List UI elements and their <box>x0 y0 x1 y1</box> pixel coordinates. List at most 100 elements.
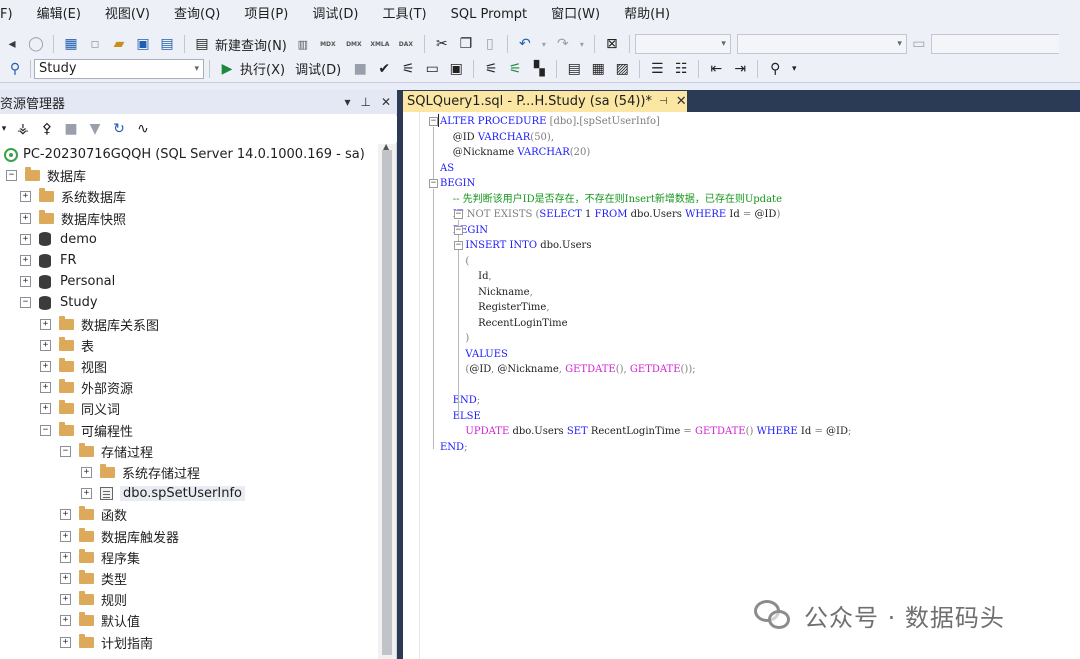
expand-icon[interactable]: + <box>60 530 71 542</box>
pin-icon[interactable]: ⊣ <box>659 96 668 107</box>
expand-icon[interactable]: + <box>81 488 92 500</box>
save-all-icon[interactable]: ▤ <box>158 35 176 53</box>
tree-node[interactable]: + 同义词 <box>40 398 120 419</box>
mdx-query-icon[interactable]: MDX <box>318 35 338 53</box>
filter-icon[interactable]: ▼ <box>86 120 104 138</box>
query-editor[interactable]: ALTER PROCEDURE [dbo].[spSetUserInfo] @I… <box>403 112 1080 659</box>
expand-icon[interactable]: + <box>40 361 51 372</box>
debug-button[interactable]: 调试(D) <box>295 59 341 78</box>
tree-node[interactable]: + 系统数据库 <box>20 186 126 207</box>
close-icon[interactable]: ✕ <box>676 94 687 109</box>
connect-icon[interactable]: ⚲ <box>6 60 24 78</box>
menu-item[interactable]: 查询(Q) <box>162 0 232 30</box>
disconnect-icon[interactable]: ⚴ <box>38 120 56 138</box>
display-estimated-plan-icon[interactable]: ⚟ <box>399 60 417 78</box>
xmla-query-icon[interactable]: XMLA <box>370 35 390 53</box>
expand-icon[interactable]: + <box>81 467 92 478</box>
new-project-icon[interactable]: ▦ <box>62 35 80 53</box>
tree-node[interactable]: + 数据库触发器 <box>60 526 179 547</box>
undo-dropdown-icon[interactable]: ▾ <box>540 35 548 53</box>
uncomment-icon[interactable]: ☷ <box>672 60 690 78</box>
expand-icon[interactable]: + <box>40 339 51 351</box>
collapse-region-icon[interactable]: − <box>454 225 463 235</box>
stop-icon[interactable]: ■ <box>62 120 80 138</box>
expand-icon[interactable]: + <box>60 594 71 606</box>
menu-item[interactable]: 工具(T) <box>371 0 439 30</box>
tree-node[interactable]: − 存储过程 <box>60 441 153 462</box>
undo-icon[interactable]: ↶ <box>516 35 534 53</box>
menu-item[interactable]: F) <box>0 0 25 30</box>
include-actual-plan-icon[interactable]: ⚟ <box>482 60 500 78</box>
collapse-region-icon[interactable]: − <box>454 241 463 250</box>
tree-node[interactable]: + 外部资源 <box>40 377 133 398</box>
collapse-icon[interactable]: − <box>40 424 51 436</box>
tree-node[interactable]: + 数据库关系图 <box>40 314 159 335</box>
expand-icon[interactable]: + <box>20 212 31 224</box>
database-engine-query-icon[interactable]: ▥ <box>294 35 312 53</box>
tree-node[interactable]: + Personal <box>20 271 115 292</box>
menu-item[interactable]: 调试(D) <box>300 0 370 30</box>
tree-node[interactable]: + FR <box>20 250 77 271</box>
live-statistics-icon[interactable]: ⚟ <box>506 60 524 78</box>
menu-item[interactable]: SQL Prompt <box>439 0 540 30</box>
window-position-icon[interactable]: ▾ <box>344 95 350 109</box>
solution-config-dropdown[interactable]: ▾ <box>634 34 731 54</box>
tree-node[interactable]: + 默认值 <box>60 610 140 631</box>
comment-icon[interactable]: ☰ <box>648 60 666 78</box>
tree-node[interactable]: + demo <box>20 229 97 250</box>
tree-node[interactable]: + 类型 <box>60 568 127 589</box>
tree-node[interactable]: + 计划指南 <box>60 632 153 653</box>
expand-icon[interactable]: + <box>20 276 31 288</box>
tree-node[interactable]: + 程序集 <box>60 547 140 568</box>
available-databases-dropdown[interactable]: Study ▾ <box>34 58 204 79</box>
client-statistics-icon[interactable]: ▚ <box>530 60 548 78</box>
decrease-indent-icon[interactable]: ⇤ <box>707 60 725 78</box>
results-to-text-icon[interactable]: ▤ <box>565 60 583 78</box>
dax-query-icon[interactable]: DAX <box>396 35 416 53</box>
expand-icon[interactable]: + <box>40 382 51 394</box>
expand-icon[interactable]: + <box>60 551 71 563</box>
copy-icon[interactable]: ❐ <box>457 35 475 53</box>
cut-icon[interactable]: ✂ <box>433 35 451 53</box>
collapse-region-icon[interactable]: − <box>429 179 438 188</box>
tree-node[interactable]: + 视图 <box>40 356 107 377</box>
expand-icon[interactable]: + <box>60 509 71 521</box>
specify-template-values-icon[interactable]: ⚲ <box>766 60 784 78</box>
add-item-icon[interactable]: ▫ <box>86 35 104 53</box>
results-to-file-icon[interactable]: ▨ <box>613 60 631 78</box>
object-explorer-scrollbar[interactable]: ▲ <box>378 142 396 659</box>
redo-icon[interactable]: ↷ <box>554 35 572 53</box>
collapse-icon[interactable]: − <box>20 297 31 309</box>
pin-icon[interactable]: ⊥ <box>360 95 370 109</box>
collapse-icon[interactable]: − <box>6 170 17 182</box>
expand-icon[interactable]: + <box>20 255 31 266</box>
tree-node[interactable]: + 表 <box>40 335 94 356</box>
paste-icon[interactable]: ▯ <box>481 35 499 53</box>
tab-sqlquery1[interactable]: SQLQuery1.sql - P...H.Study (sa (54))* ⊣… <box>403 91 687 112</box>
menu-item[interactable]: 项目(P) <box>232 0 300 30</box>
results-to-icon[interactable]: ▣ <box>447 60 465 78</box>
collapse-icon[interactable]: − <box>60 445 71 457</box>
query-designer-icon[interactable]: ▭ <box>423 60 441 78</box>
redo-dropdown-icon[interactable]: ▾ <box>578 35 586 53</box>
tree-node[interactable]: + 系统存储过程 <box>81 462 200 483</box>
expand-icon[interactable]: + <box>60 573 71 584</box>
menu-item[interactable]: 窗口(W) <box>539 0 612 30</box>
menu-item[interactable]: 视图(V) <box>93 0 162 30</box>
expand-icon[interactable]: + <box>20 191 31 203</box>
increase-indent-icon[interactable]: ⇥ <box>731 60 749 78</box>
connect-icon[interactable]: ⚶ <box>14 120 32 138</box>
menu-item[interactable]: 编辑(E) <box>25 0 93 30</box>
expand-icon[interactable]: + <box>60 615 71 627</box>
find-in-files-icon[interactable]: ▭ <box>910 35 928 53</box>
tree-node[interactable]: + 规则 <box>60 589 127 610</box>
tree-node[interactable]: − 数据库 <box>6 165 86 186</box>
tree-node[interactable]: − Study <box>20 292 98 313</box>
menu-item[interactable]: 帮助(H) <box>612 0 682 30</box>
platform-dropdown[interactable]: ▾ <box>736 34 907 54</box>
collapse-region-icon[interactable]: − <box>429 117 438 126</box>
results-to-grid-icon[interactable]: ▦ <box>589 60 607 78</box>
code-area[interactable]: ALTER PROCEDURE [dbo].[spSetUserInfo] @I… <box>424 112 1074 659</box>
refresh-icon[interactable]: ↻ <box>110 120 128 138</box>
execute-icon[interactable]: ▶ <box>218 60 236 78</box>
